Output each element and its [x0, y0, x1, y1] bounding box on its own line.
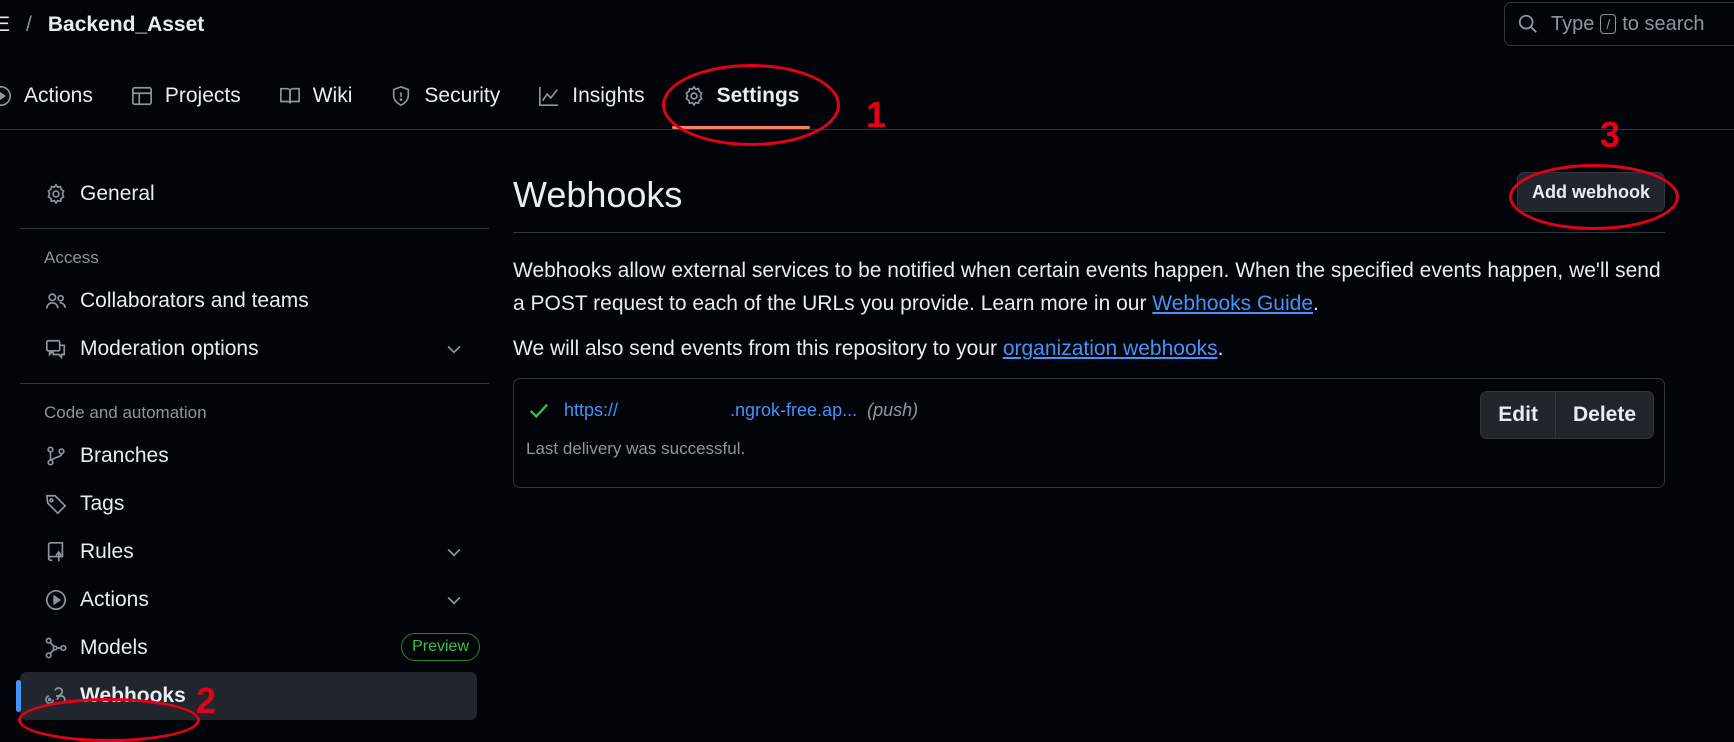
chevron-down-icon[interactable] — [444, 542, 464, 562]
comment-discussion-icon — [44, 337, 68, 361]
breadcrumb: E / Backend_Asset — [0, 10, 204, 40]
sidebar-divider — [20, 228, 489, 229]
tab-wiki[interactable]: Wiki — [260, 73, 372, 119]
breadcrumb-separator: / — [26, 13, 32, 36]
webhook-actions: Edit Delete — [1480, 391, 1654, 439]
sidebar-group-code: Code and automation — [44, 403, 207, 422]
sidebar-item-general[interactable]: General — [20, 170, 490, 218]
sidebar-item-label: Tags — [80, 492, 125, 515]
add-webhook-button[interactable]: Add webhook — [1517, 172, 1665, 212]
sidebar-item-branches[interactable]: Branches — [20, 432, 490, 480]
sidebar-item-models[interactable]: Models Preview — [20, 624, 490, 672]
search-input[interactable]: Type / to search — [1504, 2, 1734, 46]
play-icon — [0, 86, 11, 106]
webhook-event: (push) — [867, 399, 919, 420]
repo-header: E / Backend_Asset Type / to search Actio… — [0, 0, 1734, 130]
tab-label: Settings — [716, 84, 800, 107]
sidebar-item-moderation[interactable]: Moderation options — [20, 325, 490, 373]
preview-badge: Preview — [401, 633, 480, 661]
tab-actions[interactable]: Actions — [0, 73, 112, 119]
sidebar-item-label: Collaborators and teams — [80, 289, 309, 312]
search-shortcut-key: / — [1600, 14, 1617, 34]
sidebar-item-label: Rules — [80, 540, 134, 563]
webhook-url-start: https:// — [564, 399, 619, 420]
tab-security[interactable]: Security — [371, 73, 519, 119]
delete-button[interactable]: Delete — [1554, 392, 1653, 438]
description-end: . — [1313, 292, 1319, 315]
org-note-end: . — [1217, 337, 1224, 360]
org-note-text: We will also send events from this repos… — [513, 337, 1003, 360]
breadcrumb-repo[interactable]: Backend_Asset — [48, 13, 204, 37]
sidebar-item-collaborators[interactable]: Collaborators and teams — [20, 277, 490, 325]
sidebar-item-tags[interactable]: Tags — [20, 480, 490, 528]
sidebar-group-access: Access — [44, 248, 99, 267]
webhooks-description: Webhooks allow external services to be n… — [513, 254, 1665, 320]
page-header: Webhooks Add webhook — [513, 160, 1665, 233]
webhooks-panel: Webhooks Add webhook Webhooks allow exte… — [513, 160, 1665, 488]
shield-icon — [393, 85, 410, 107]
webhook-icon — [44, 684, 68, 708]
search-icon — [1518, 14, 1537, 33]
tag-icon — [44, 492, 68, 516]
sidebar-item-label: Actions — [80, 588, 149, 611]
org-webhooks-note: We will also send events from this repos… — [513, 332, 1665, 365]
webhooks-guide-link[interactable]: Webhooks Guide — [1152, 292, 1313, 315]
search-suffix: to search — [1622, 12, 1705, 35]
tab-label: Wiki — [312, 84, 353, 107]
sidebar-item-label: Moderation options — [80, 337, 259, 360]
search-prefix: Type — [1551, 12, 1595, 35]
page-title: Webhooks — [513, 174, 683, 215]
repo-tabs: Actions Projects Wiki Security Insights … — [0, 72, 819, 129]
webhook-url-row: https:// .ngrok-free.ap... (push) — [528, 399, 918, 421]
tab-insights[interactable]: Insights — [519, 73, 663, 119]
tab-label: Actions — [24, 84, 93, 107]
book-icon — [279, 87, 300, 104]
repo-push-icon — [44, 540, 68, 564]
description-text: Webhooks allow external services to be n… — [513, 259, 1661, 315]
graph-icon — [539, 86, 559, 106]
play-icon — [44, 588, 68, 612]
webhook-list-item: https:// .ngrok-free.ap... (push) Last de… — [513, 378, 1665, 488]
people-icon — [44, 289, 68, 313]
chevron-down-icon[interactable] — [444, 339, 464, 359]
branch-icon — [44, 444, 68, 468]
tab-label: Insights — [572, 84, 645, 107]
sidebar-item-label: Webhooks — [80, 684, 186, 707]
sidebar-item-webhooks[interactable]: Webhooks — [16, 672, 477, 720]
sidebar-item-label: Branches — [80, 444, 169, 467]
sidebar-item-label: General — [80, 182, 155, 205]
organization-webhooks-link[interactable]: organization webhooks — [1003, 337, 1218, 360]
sidebar-item-actions[interactable]: Actions — [20, 576, 490, 624]
tab-projects[interactable]: Projects — [112, 73, 260, 119]
sidebar-item-label: Models — [80, 636, 148, 659]
tab-label: Projects — [164, 84, 241, 107]
sidebar-item-rules[interactable]: Rules — [20, 528, 490, 576]
tab-label: Security — [424, 84, 501, 107]
settings-sidebar: General Access Collaborators and teams M… — [16, 170, 490, 720]
check-icon — [529, 403, 549, 419]
table-icon — [131, 86, 152, 106]
models-icon — [44, 636, 68, 660]
webhook-url-link[interactable]: https:// .ngrok-free.ap... — [564, 400, 857, 421]
sidebar-divider — [20, 383, 489, 384]
edit-button[interactable]: Edit — [1481, 392, 1555, 438]
webhook-url-end: .ngrok-free.ap... — [730, 399, 858, 420]
chevron-down-icon[interactable] — [444, 590, 464, 610]
webhook-delivery-status: Last delivery was successful. — [526, 439, 746, 458]
tab-settings[interactable]: Settings — [664, 73, 819, 129]
gear-icon — [44, 182, 68, 206]
gear-icon — [685, 85, 703, 107]
breadcrumb-owner[interactable]: E — [0, 13, 10, 37]
